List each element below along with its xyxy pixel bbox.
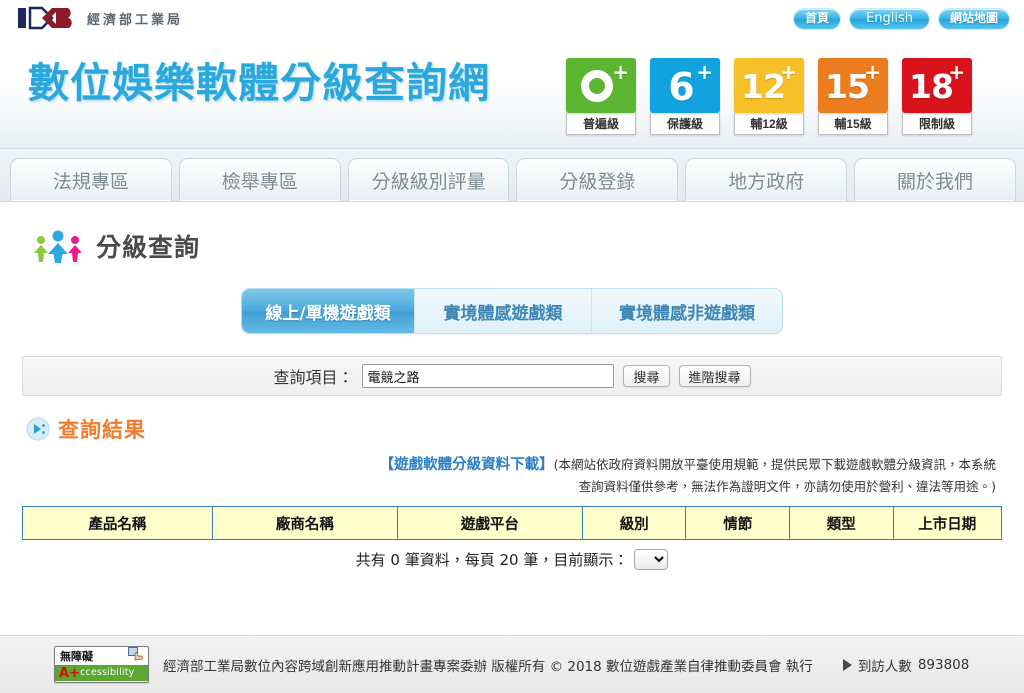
top-link-english[interactable]: English [849, 8, 930, 30]
page-select[interactable] [634, 549, 669, 570]
rating-badge-protected-symbol: 6 + [650, 58, 720, 113]
accessibility-badge-bottom: A+ ccessibility [55, 665, 148, 681]
rating-badge-restricted-symbol: 18 + [902, 58, 972, 113]
tab-online-single-game[interactable]: 線上/單機遊戲類 [242, 289, 415, 333]
search-bar: 查詢項目： 搜尋 進階搜尋 [22, 356, 1002, 396]
visits-label: 到訪人數 [857, 658, 912, 675]
download-notice: 【遊戲軟體分級資料下載】(本網站依政府資料開放平臺使用規範，提供民眾下載遊戲軟體… [22, 454, 1002, 497]
nav-item-about-us[interactable]: 關於我們 [854, 158, 1016, 201]
column-release-date: 上市日期 [892, 506, 1003, 540]
ring-o-icon [581, 69, 613, 102]
rating-badge-protected[interactable]: 6 + 保護級 [650, 58, 720, 135]
accessibility-badge-top: 無障礙 [55, 647, 148, 665]
rating-badge-pg12[interactable]: 12 + 輔12級 [734, 58, 804, 135]
accessibility-badge[interactable]: 無障礙 A+ ccessibility [54, 646, 149, 683]
accessibility-a-plus: A+ [59, 665, 80, 681]
agency-name: 經濟部工業局 [87, 12, 184, 28]
rating-badge-restricted[interactable]: 18 + 限制級 [902, 58, 972, 135]
accessibility-word: ccessibility [79, 667, 135, 678]
people-icon [30, 229, 86, 263]
arrow-circle-icon [26, 417, 50, 441]
result-title: 查詢結果 [58, 418, 146, 442]
search-button[interactable]: 搜尋 [623, 365, 670, 387]
section-header: 分級查詢 [22, 202, 1002, 264]
results-table-head: 產品名稱 廠商名稱 遊戲平台 級別 情節 類型 上市日期 [22, 506, 1003, 540]
rating-badge-pg15-symbol: 15 + [818, 58, 888, 113]
column-product-name: 產品名稱 [22, 506, 213, 540]
main-content: 分級查詢 線上/單機遊戲類 實境體感遊戲類 實境體感非遊戲類 查詢項目： 搜尋 … [0, 202, 1024, 570]
advanced-search-button[interactable]: 進階搜尋 [678, 365, 751, 387]
rating-badge-restricted-caption: 限制級 [902, 113, 972, 135]
triangle-right-icon [842, 658, 852, 671]
page-title: 分級查詢 [96, 233, 201, 262]
plus-icon: + [612, 60, 629, 84]
nav-item-report[interactable]: 檢舉專區 [178, 158, 341, 201]
site-header: 經濟部工業局 首頁 English 網站地圖 數位娛樂軟體分級查詢網 + 普遍級… [0, 0, 1024, 149]
nav-item-regulations[interactable]: 法規專區 [10, 158, 172, 201]
tab-vr-nongame[interactable]: 實境體感非遊戲類 [592, 289, 782, 333]
site-footer: 無障礙 A+ ccessibility 經濟部工業局數位內容跨域創新應用推動計畫專… [0, 635, 1024, 693]
rating-badge-pg15[interactable]: 15 + 輔15級 [818, 58, 888, 135]
results-table: 產品名稱 廠商名稱 遊戲平台 級別 情節 類型 上市日期 [22, 506, 1003, 540]
rating-badge-general-caption: 普遍級 [566, 113, 636, 135]
column-plot: 情節 [685, 506, 791, 540]
column-vendor-name: 廠商名稱 [211, 506, 398, 540]
rating-badge-pg12-symbol: 12 + [734, 58, 804, 113]
column-platform: 遊戲平台 [396, 506, 583, 540]
tab-vr-game[interactable]: 實境體感遊戲類 [415, 289, 592, 333]
top-links: 首頁 English 網站地圖 [793, 8, 1010, 30]
category-tabs: 線上/單機遊戲類 實境體感遊戲類 實境體感非遊戲類 [241, 288, 783, 334]
site-title: 數位娛樂軟體分級查詢網 [28, 59, 490, 107]
notice-line-2: 查詢資料僅供參考，無法作為證明文件，亦請勿使用於營利、違法等用途。) [578, 479, 996, 494]
visitor-counter: 到訪人數 893808 [842, 655, 970, 675]
search-input[interactable] [362, 364, 615, 388]
notice-line-1: (本網站依政府資料開放平臺使用規範，提供民眾下載遊戲軟體分級資訊，本系統 [553, 457, 996, 472]
visits-count: 893808 [917, 656, 970, 673]
top-link-home[interactable]: 首頁 [793, 8, 842, 30]
hand-pointer-icon [128, 647, 145, 665]
rating-badge-pg15-caption: 輔15級 [818, 113, 888, 135]
accessibility-badge-label: 無障礙 [60, 650, 93, 663]
footer-text: 經濟部工業局數位內容跨域創新應用推動計畫專案委辦 版權所有 © 2018 數位遊… [163, 658, 813, 675]
plus-icon: + [696, 60, 713, 84]
column-rating: 級別 [581, 506, 687, 540]
rating-badges: + 普遍級 6 + 保護級 12 + 輔12級 15 + 輔15級 18 + 限… [566, 58, 972, 135]
rating-number: 15 [825, 66, 870, 106]
rating-number: 18 [909, 66, 954, 106]
plus-icon: + [948, 60, 965, 84]
rating-badge-general-symbol: + [566, 58, 636, 113]
idb-logo-icon [18, 6, 78, 30]
plus-icon: + [864, 60, 881, 84]
pager-text: 共有 0 筆資料，每頁 20 筆，目前顯示： [355, 551, 629, 569]
rating-badge-protected-caption: 保護級 [650, 113, 720, 135]
plus-icon: + [780, 60, 797, 84]
top-link-sitemap[interactable]: 網站地圖 [937, 8, 1010, 30]
result-header: 查詢結果 [26, 414, 1002, 444]
search-label: 查詢項目： [273, 368, 354, 387]
rating-number: 6 [668, 64, 694, 109]
rating-number: 12 [741, 66, 786, 106]
nav-item-rating-registration[interactable]: 分級登錄 [516, 158, 679, 201]
nav-item-rating-assessment[interactable]: 分級級別評量 [347, 158, 510, 201]
logo-row[interactable]: 經濟部工業局 [18, 6, 183, 30]
page-root: 經濟部工業局 首頁 English 網站地圖 數位娛樂軟體分級查詢網 + 普遍級… [0, 0, 1024, 693]
nav-item-local-government[interactable]: 地方政府 [685, 158, 848, 201]
column-type: 類型 [789, 506, 894, 540]
download-link[interactable]: 【遊戲軟體分級資料下載】 [380, 457, 554, 473]
rating-badge-general[interactable]: + 普遍級 [566, 58, 636, 135]
table-header-row: 產品名稱 廠商名稱 遊戲平台 級別 情節 類型 上市日期 [22, 506, 1003, 540]
pager: 共有 0 筆資料，每頁 20 筆，目前顯示： [22, 549, 1002, 570]
main-nav: 法規專區 檢舉專區 分級級別評量 分級登錄 地方政府 關於我們 [0, 149, 1024, 202]
rating-badge-pg12-caption: 輔12級 [734, 113, 804, 135]
